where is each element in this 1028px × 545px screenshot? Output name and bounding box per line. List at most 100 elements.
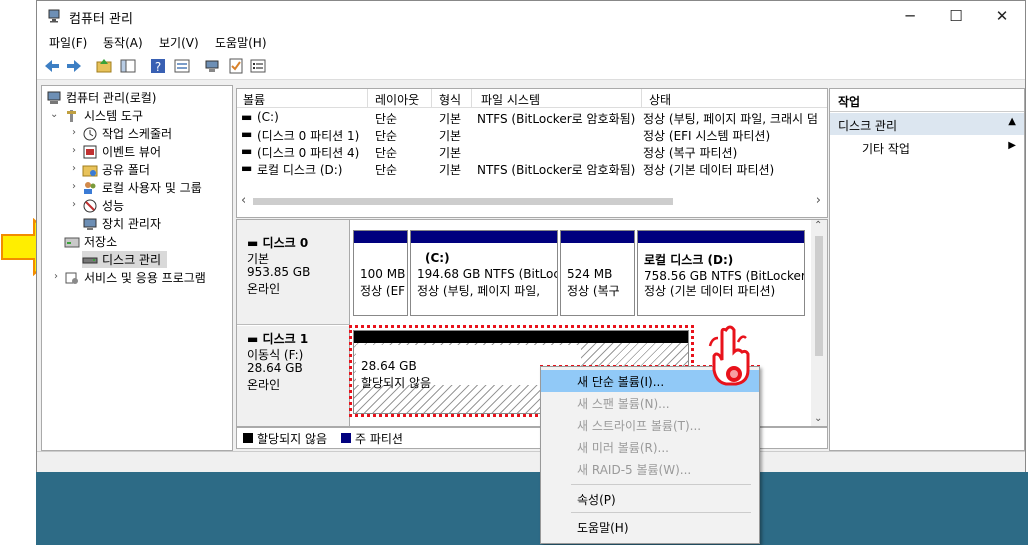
- chevron-right-icon[interactable]: ›: [72, 163, 76, 174]
- volume-drive-icon: ▬: [241, 144, 253, 158]
- disk0-name-row: ▬ 디스크 0: [247, 234, 308, 251]
- actions-pane: 작업 디스크 관리 ▲ 기타 작업 ▶: [829, 88, 1025, 451]
- cell-filesystem: NTFS (BitLocker로 암호화됨): [477, 112, 636, 126]
- tree-label-root: 컴퓨터 관리(로컬): [66, 91, 157, 105]
- tree-item-disk-management[interactable]: 디스크 관리: [82, 251, 168, 268]
- chevron-right-icon[interactable]: ›: [72, 181, 76, 192]
- tree-item-system-tools[interactable]: 시스템 도구: [64, 107, 143, 124]
- navigation-tree: 컴퓨터 관리(로컬) ⌄ 시스템 도구 › 작업 스케줄러 › 이벤트 뷰어 ›…: [41, 85, 233, 451]
- scroll-thumb[interactable]: [253, 198, 673, 205]
- tree-item-performance[interactable]: 성능: [82, 197, 124, 214]
- partition-status: 정상 (EF: [360, 284, 406, 298]
- list-view-icon[interactable]: [249, 57, 267, 75]
- menu-new-spanned-volume[interactable]: 새 스팬 볼륨(N)...: [541, 392, 759, 414]
- actions-section-disk-management[interactable]: 디스크 관리 ▲: [830, 113, 1024, 135]
- cell-volume: (C:): [257, 110, 279, 124]
- menu-label: 속성(P): [577, 493, 616, 507]
- actions-title: 작업: [838, 95, 861, 109]
- forward-icon[interactable]: [65, 57, 83, 75]
- menu-bar: 파일(F) 동작(A) 보기(V) 도움말(H): [37, 31, 1025, 53]
- partition-efi[interactable]: 100 MB 정상 (EF: [353, 230, 408, 316]
- column-layout[interactable]: 레이아웃: [375, 91, 419, 108]
- cell-status: 정상 (EFI 시스템 파티션): [643, 129, 771, 143]
- disk1-name: 디스크 1: [262, 332, 309, 346]
- tree-item-root[interactable]: 컴퓨터 관리(로컬): [46, 89, 156, 106]
- legend-unallocated: 할당되지 않음: [257, 432, 328, 446]
- scroll-right-icon[interactable]: ›: [816, 193, 821, 208]
- table-row[interactable]: ▬ (C:) 단순 기본 NTFS (BitLocker로 암호화됨) 정상 (…: [237, 109, 827, 126]
- scroll-up-icon[interactable]: ⌃: [814, 220, 822, 231]
- collapse-up-icon[interactable]: ▲: [1008, 116, 1016, 127]
- performance-icon: [83, 199, 97, 212]
- close-button[interactable]: ✕: [979, 1, 1025, 31]
- chevron-down-icon[interactable]: ⌄: [50, 109, 58, 120]
- tree-label-local-users: 로컬 사용자 및 그룹: [102, 181, 202, 195]
- up-folder-icon[interactable]: [95, 57, 113, 75]
- connect-icon[interactable]: [203, 57, 221, 75]
- menu-label: 새 스팬 볼륨(N)...: [577, 397, 670, 411]
- menu-new-mirrored-volume[interactable]: 새 미러 볼륨(R)...: [541, 436, 759, 458]
- tree-item-local-users[interactable]: 로컬 사용자 및 그룹: [82, 179, 202, 196]
- table-row[interactable]: ▬ (디스크 0 파티션 1) 단순 기본 정상 (EFI 시스템 파티션): [237, 126, 827, 143]
- column-status[interactable]: 상태: [649, 91, 671, 108]
- menu-new-raid5-volume[interactable]: 새 RAID-5 볼륨(W)...: [541, 458, 759, 480]
- scroll-down-icon[interactable]: ⌄: [814, 413, 822, 424]
- partition-recovery[interactable]: 524 MB 정상 (복구: [560, 230, 635, 316]
- disk0-size: 953.85 GB: [247, 265, 311, 279]
- storage-icon: [64, 237, 80, 247]
- chevron-right-icon[interactable]: ›: [72, 145, 76, 156]
- minimize-button[interactable]: ─: [887, 1, 933, 31]
- menu-help[interactable]: 도움말(H): [541, 516, 759, 538]
- legend-primary: 주 파티션: [355, 432, 403, 446]
- tree-item-storage[interactable]: 저장소: [64, 233, 117, 250]
- tree-item-services[interactable]: 서비스 및 응용 프로그램: [64, 269, 206, 286]
- chevron-right-icon[interactable]: ›: [54, 271, 58, 282]
- tree-item-device-manager[interactable]: 장치 관리자: [82, 215, 161, 232]
- partition-d[interactable]: 로컬 디스크 (D:) 758.56 GB NTFS (BitLocker로 정…: [637, 230, 805, 316]
- table-row[interactable]: ▬ 로컬 디스크 (D:) 단순 기본 NTFS (BitLocker로 암호화…: [237, 160, 827, 177]
- tree-label-shared-folders: 공유 폴더: [102, 163, 150, 177]
- horizontal-scrollbar[interactable]: ‹ ›: [237, 193, 827, 210]
- cell-status: 정상 (부팅, 페이지 파일, 크래시 덤: [643, 112, 818, 126]
- title-bar: 컴퓨터 관리 ─ ☐ ✕: [37, 1, 1025, 31]
- column-type[interactable]: 형식: [439, 91, 461, 108]
- checklist-icon[interactable]: [227, 57, 245, 75]
- help-icon[interactable]: ?: [149, 57, 167, 75]
- menu-new-striped-volume[interactable]: 새 스트라이프 볼륨(T)...: [541, 414, 759, 436]
- properties-view-icon[interactable]: [173, 57, 191, 75]
- cell-layout: 단순: [375, 112, 398, 126]
- menu-help[interactable]: 도움말(H): [215, 34, 267, 51]
- menu-label: 새 스트라이프 볼륨(T)...: [577, 419, 702, 433]
- menu-file[interactable]: 파일(F): [49, 34, 87, 51]
- tree-item-shared-folders[interactable]: 공유 폴더: [82, 161, 150, 178]
- menu-action[interactable]: 동작(A): [103, 34, 143, 51]
- disk1-state: 온라인: [247, 378, 281, 392]
- column-volume[interactable]: 볼륨: [243, 91, 265, 108]
- tree-label-storage: 저장소: [84, 235, 118, 249]
- chevron-right-icon[interactable]: ›: [72, 127, 76, 138]
- partition-c[interactable]: (C:) 194.68 GB NTFS (BitLock 정상 (부팅, 페이지…: [410, 230, 558, 316]
- show-hide-tree-icon[interactable]: [119, 57, 137, 75]
- disk1-label[interactable]: ▬ 디스크 1 이동식 (F:) 28.64 GB 온라인: [237, 326, 350, 426]
- tree-label-task-scheduler: 작업 스케줄러: [102, 127, 173, 141]
- chevron-right-icon[interactable]: ›: [72, 199, 76, 210]
- maximize-button[interactable]: ☐: [933, 1, 979, 31]
- table-row[interactable]: ▬ (디스크 0 파티션 4) 단순 기본 정상 (복구 파티션): [237, 143, 827, 160]
- hand-pointer-icon: [708, 325, 750, 386]
- tree-item-event-viewer[interactable]: 이벤트 뷰어: [82, 143, 161, 160]
- menu-view[interactable]: 보기(V): [159, 34, 199, 51]
- scroll-thumb[interactable]: [815, 236, 823, 356]
- back-icon[interactable]: [43, 57, 61, 75]
- volume-list: 볼륨 레이아웃 형식 파일 시스템 상태 ▬ (C:) 단순 기본 NTFS (…: [236, 88, 828, 218]
- column-filesystem[interactable]: 파일 시스템: [481, 91, 540, 108]
- vertical-scrollbar[interactable]: ⌃ ⌄: [811, 220, 827, 426]
- tree-label-disk-management: 디스크 관리: [102, 253, 162, 267]
- disk0-label[interactable]: ▬ 디스크 0 기본 953.85 GB 온라인: [237, 220, 350, 325]
- menu-properties[interactable]: 속성(P): [541, 488, 759, 510]
- actions-more[interactable]: 기타 작업 ▶: [830, 137, 1024, 159]
- toolbar: ?: [37, 53, 1025, 80]
- cell-layout: 단순: [375, 129, 398, 143]
- scroll-left-icon[interactable]: ‹: [241, 193, 246, 208]
- tree-item-task-scheduler[interactable]: 작업 스케줄러: [82, 125, 172, 142]
- cell-volume: (디스크 0 파티션 4): [257, 146, 360, 160]
